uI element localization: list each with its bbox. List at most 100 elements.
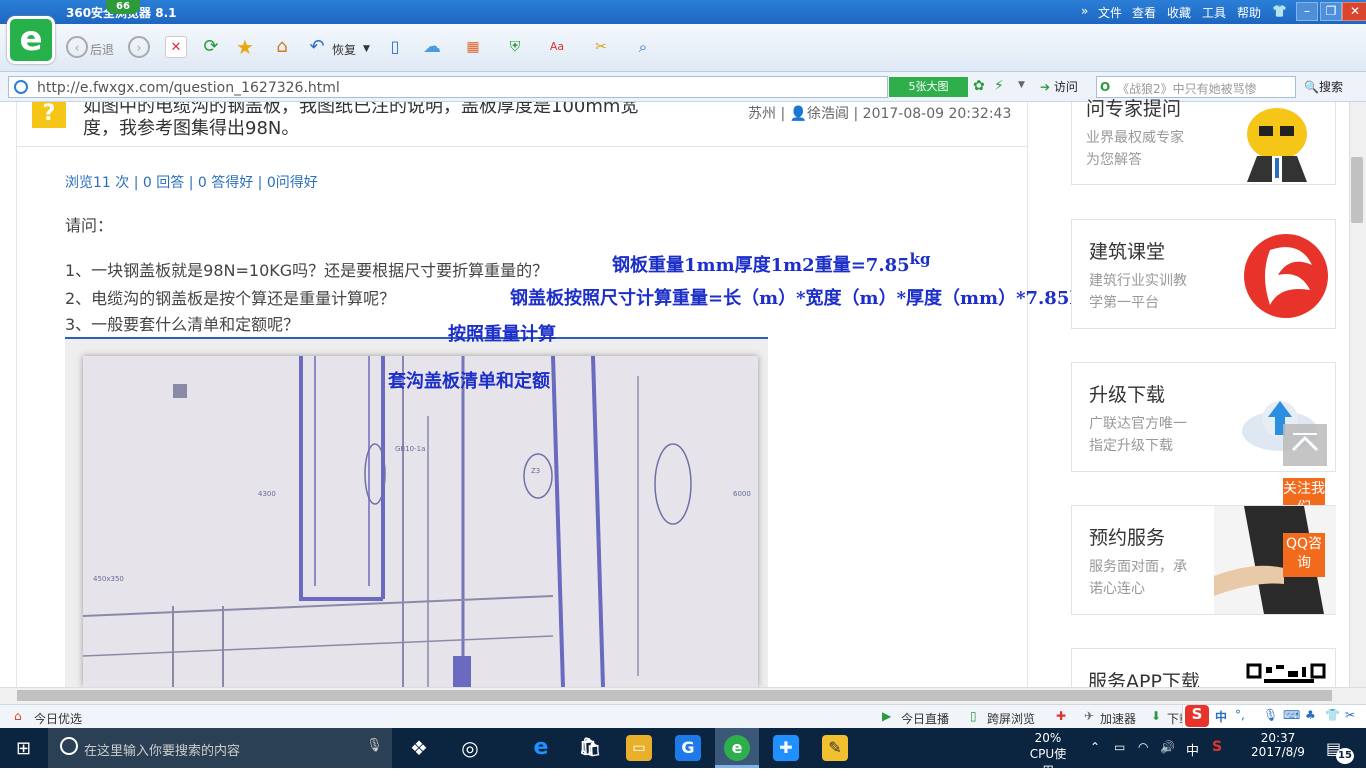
folder-icon[interactable]: ▭	[626, 735, 652, 761]
card-upgrade-sub1: 广联达官方唯一	[1089, 416, 1187, 432]
card-ask-expert[interactable]: 问专家提问 业界最权威专家 为您解答	[1071, 98, 1336, 185]
clock-time: 20:37	[1260, 731, 1296, 745]
volume-icon[interactable]: 🔊	[1160, 740, 1175, 754]
zoom-icon[interactable]: ⌕	[632, 36, 654, 58]
edge-icon[interactable]: e	[528, 735, 554, 761]
cloud-icon[interactable]: ☁	[418, 36, 446, 58]
restore-label[interactable]: 恢复	[332, 41, 356, 58]
card-building-class[interactable]: 建筑课堂 建筑行业实训教 学第一平台	[1071, 219, 1336, 329]
cross-screen-icon: ▯	[970, 709, 977, 723]
mic-icon[interactable]: 🎙	[366, 738, 383, 753]
microphone-icon[interactable]: 🎙	[1263, 708, 1278, 722]
notification-badge[interactable]: 66	[106, 0, 140, 14]
stop-icon[interactable]: ✕	[165, 36, 187, 58]
today-live[interactable]: 今日直播	[901, 710, 949, 727]
refresh-icon[interactable]: ⟳	[200, 36, 222, 58]
browser-logo-icon[interactable]: e	[7, 16, 55, 64]
keyboard-icon[interactable]: ⌨	[1283, 708, 1300, 722]
forward-icon[interactable]: ›	[128, 36, 150, 58]
cpu-indicator[interactable]: 20% CPU使用	[1024, 731, 1072, 779]
browser-app-icon[interactable]: ◎	[457, 735, 483, 761]
skin-icon[interactable]: ♣	[1305, 708, 1316, 722]
cross-screen[interactable]: 跨屏浏览	[987, 710, 1035, 727]
menu-view[interactable]: 查看	[1132, 4, 1156, 21]
ime-punct-icon[interactable]: °,	[1235, 708, 1245, 722]
sogou-icon: S	[1185, 705, 1209, 727]
svg-text:6000: 6000	[733, 490, 751, 498]
sogou-tray-icon[interactable]: S	[1212, 739, 1222, 755]
svg-text:450x350: 450x350	[93, 575, 124, 583]
cpu-percent: 20%	[1034, 731, 1062, 745]
vertical-scroll-thumb[interactable]	[1351, 157, 1363, 223]
drawing-image[interactable]: GB10-1a Z3 450x350 6000 4300	[82, 355, 758, 688]
question-meta: 苏州 | 👤徐浩阊 | 2017-08-09 20:32:43	[748, 106, 1012, 122]
clock[interactable]: 20:37 2017/8/9	[1240, 731, 1316, 759]
back-to-top-button[interactable]	[1283, 424, 1327, 466]
taskbar-search[interactable]: 在这里输入你要搜索的内容 🎙	[48, 728, 392, 768]
big-image-button[interactable]: 5张大图	[889, 77, 968, 97]
restore-icon[interactable]: ↶	[306, 36, 328, 58]
menu-tools[interactable]: 工具	[1202, 4, 1226, 21]
skin-icon[interactable]: 👕	[1272, 4, 1287, 18]
search-icon: 🔍	[1304, 80, 1319, 94]
url-input[interactable]: http://e.fwxgx.com/question_1627326.html	[8, 76, 888, 98]
back-icon[interactable]: ‹	[66, 36, 88, 58]
app-plus-icon[interactable]: ✚	[773, 735, 799, 761]
tray-expand-icon[interactable]: ⌃	[1090, 740, 1100, 754]
back-label[interactable]: 后退	[90, 41, 114, 58]
question-title-line2: 度，我参考图集得出98N。	[83, 118, 300, 139]
question-mark-icon: ?	[32, 102, 66, 128]
visit-label: 访问	[1053, 80, 1078, 94]
chevron-icon[interactable]: »	[1081, 4, 1088, 18]
maximize-button[interactable]: ❐	[1320, 2, 1342, 21]
shield-icon[interactable]: ⛨	[504, 36, 526, 58]
favorite-star-icon[interactable]: ★	[234, 36, 256, 58]
glodon-icon[interactable]: G	[675, 735, 701, 761]
question-item-1: 1、一块钢盖板就是98N=10KG吗？还是要根据尺寸要折算重量的？	[65, 261, 549, 280]
phone-icon[interactable]: ▯	[384, 36, 406, 58]
clock-date: 2017/8/9	[1251, 745, 1305, 759]
card-building-class-title: 建筑课堂	[1089, 241, 1166, 263]
apps-icon[interactable]: ▦	[462, 36, 484, 58]
translate-icon[interactable]: Aa	[546, 36, 568, 58]
visit-button[interactable]: ➔ 访问	[1040, 78, 1078, 95]
store-icon[interactable]: 🛍	[577, 735, 603, 761]
close-button[interactable]: ✕	[1342, 2, 1366, 21]
qq-consult-button[interactable]: QQ咨询	[1283, 533, 1325, 577]
menu-file[interactable]: 文件	[1098, 4, 1122, 21]
question-stats[interactable]: 浏览11 次 | 0 回答 | 0 答得好 | 0问得好	[65, 172, 318, 192]
tools-icon[interactable]: ✂	[1345, 708, 1355, 722]
battery-icon[interactable]: ▭	[1114, 740, 1125, 754]
task-view-icon[interactable]: ❖	[406, 735, 432, 761]
minimize-button[interactable]: –	[1296, 2, 1318, 21]
menu-help[interactable]: 帮助	[1237, 4, 1261, 21]
reload-icon[interactable]: ✿	[973, 78, 985, 94]
svg-text:4300: 4300	[258, 490, 276, 498]
card-ask-expert-sub1: 业界最权威专家	[1086, 130, 1184, 146]
windows-start-icon[interactable]: ⊞	[16, 738, 31, 759]
ime-toolbar[interactable]: S 中 °, 🎙 ⌨ ♣ 👕 ✂	[1182, 705, 1366, 729]
browser-360-icon[interactable]: e	[724, 735, 750, 761]
horizontal-scroll-thumb[interactable]	[17, 690, 1332, 701]
ask-label: 请问：	[65, 216, 114, 235]
url-dropdown-icon[interactable]: ▼	[1018, 80, 1025, 90]
ime-chinese[interactable]: 中	[1215, 708, 1227, 725]
blueprint-sketch: GB10-1a Z3 450x350 6000 4300	[82, 355, 758, 688]
restore-dropdown-icon[interactable]: ▼	[363, 44, 370, 54]
page-icon	[14, 80, 28, 94]
card-app-download[interactable]: 服务APP下载	[1071, 648, 1336, 693]
annotation-steel-weight-text: 钢板重量1mm厚度1m2重量=7.85	[612, 255, 910, 276]
ime-indicator[interactable]: 中	[1186, 740, 1199, 759]
home-icon[interactable]: ⌂	[271, 36, 293, 58]
notes-icon[interactable]: ✎	[822, 735, 848, 761]
search-label: 搜索	[1318, 80, 1343, 94]
menu-favorites[interactable]: 收藏	[1167, 4, 1191, 21]
lightning-icon[interactable]: ⚡	[994, 78, 1004, 94]
plus-icon[interactable]: ✚	[1056, 709, 1066, 723]
screenshot-icon[interactable]: ✂	[590, 36, 612, 58]
search-button[interactable]: 🔍搜索	[1304, 78, 1343, 95]
shirt-icon[interactable]: 👕	[1325, 708, 1340, 722]
today-picks[interactable]: 今日优选	[34, 710, 82, 727]
accelerator[interactable]: 加速器	[1100, 710, 1136, 727]
wifi-icon[interactable]: ◠	[1138, 740, 1148, 754]
